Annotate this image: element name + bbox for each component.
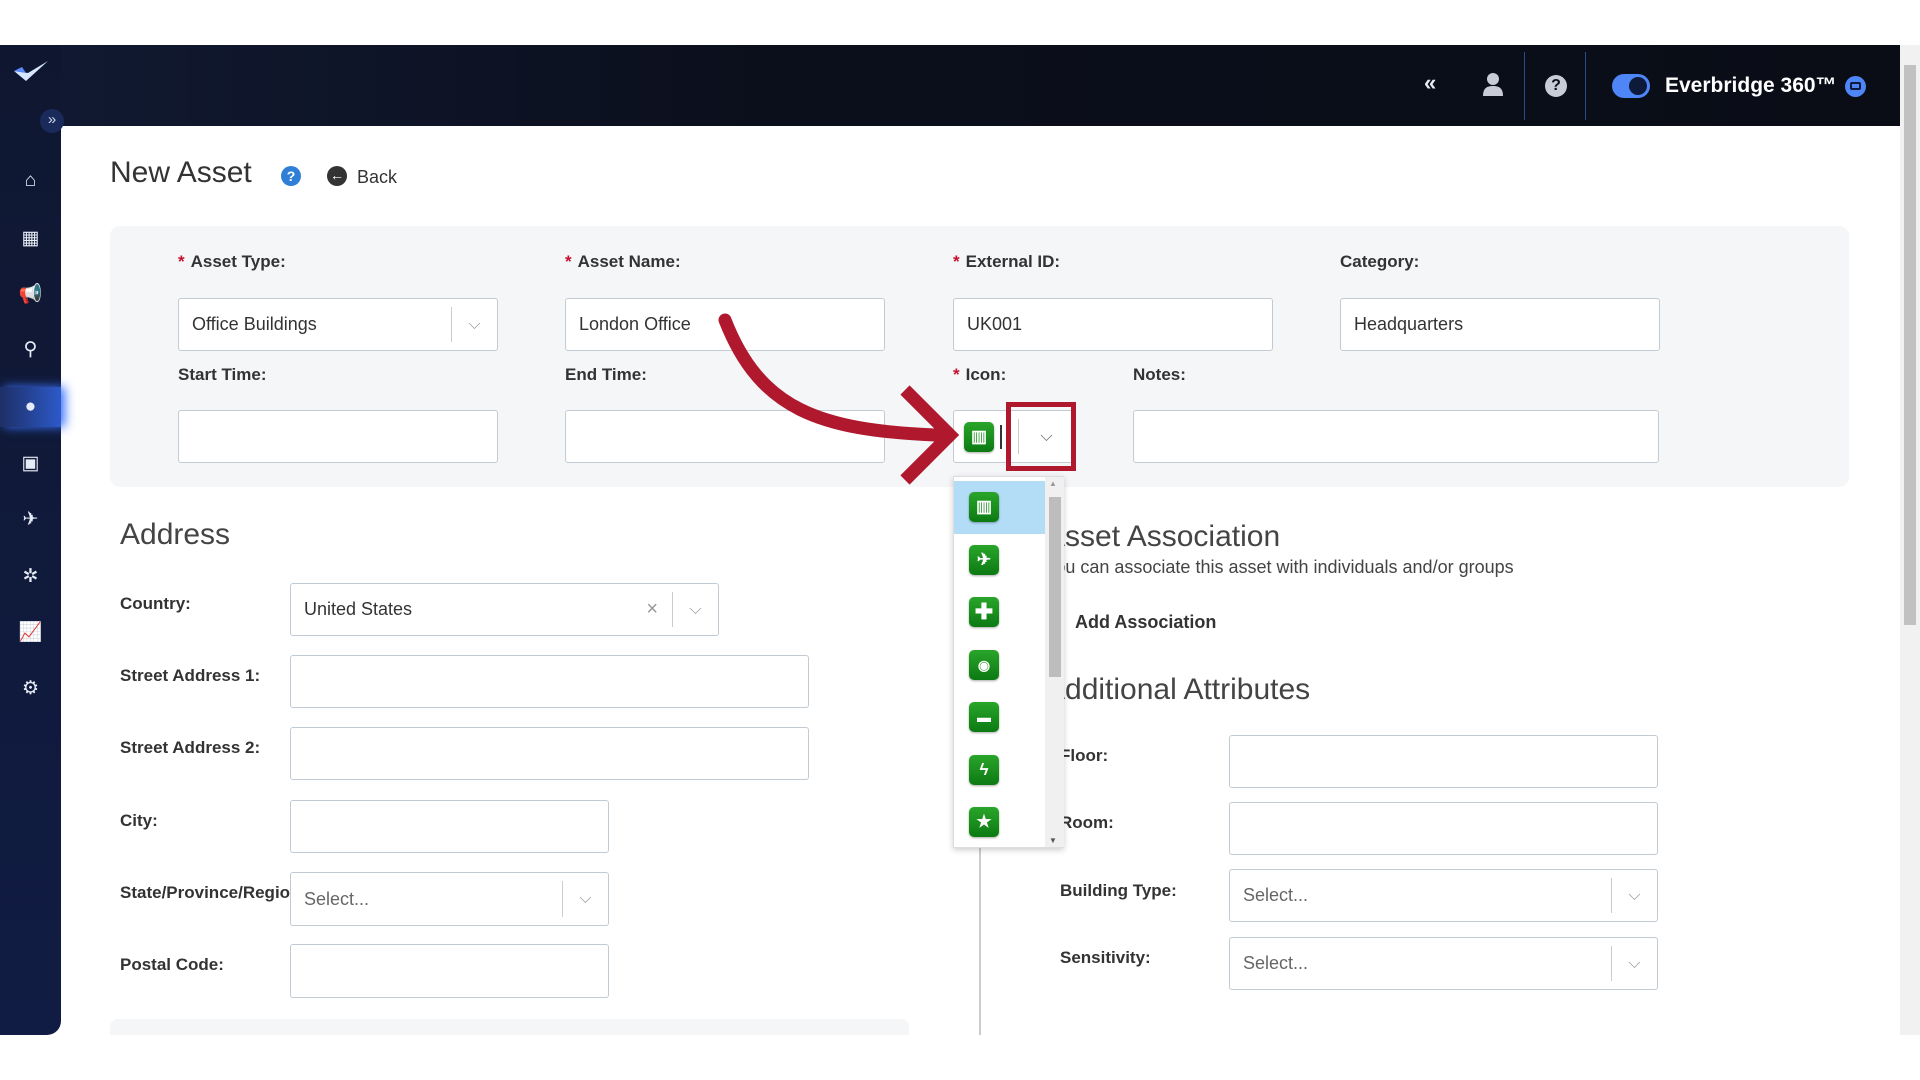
street2-label: Street Address 2: (120, 738, 261, 757)
street1-input[interactable] (290, 655, 809, 708)
sidebar: » ⌂ ▦ 📢 ⚲ ● ▣ ✈ ✲ 📈 ⚙ (0, 45, 64, 1035)
annotation-arrow (718, 313, 960, 485)
chevron-down-icon: ⌵ (562, 881, 608, 917)
notes-textarea[interactable] (1133, 410, 1659, 463)
asset-type-label: * Asset Type: (178, 252, 286, 271)
analytics-icon[interactable]: 📈 (0, 612, 61, 652)
megaphone-icon[interactable]: 📢 (0, 274, 61, 314)
category-input[interactable]: Headquarters (1340, 298, 1660, 351)
settings-icon[interactable]: ⚙ (0, 668, 61, 708)
chevron-down-icon: ⌵ (1611, 878, 1657, 913)
icon-dropdown-list: ▥ ✈ ✚ ◉ ▬ ϟ ★ ▲ ▼ (953, 476, 1064, 848)
option-emergency-vehicle-icon[interactable]: ◉ (969, 650, 999, 680)
option-hospital-icon[interactable]: ✚ (969, 597, 999, 627)
back-arrow-icon[interactable]: ← (327, 166, 347, 186)
option-fire-truck-icon[interactable]: ▬ (969, 702, 999, 732)
routes-icon[interactable]: ⚲ (0, 329, 61, 369)
logo-icon (12, 59, 50, 92)
chevron-down-icon: ⌵ (1611, 946, 1657, 981)
start-time-label: Start Time: (178, 365, 267, 384)
sensitivity-select[interactable]: Select... ⌵ (1229, 937, 1658, 990)
chevron-down-icon: ⌵ (672, 592, 718, 627)
postal-code-input[interactable] (290, 944, 609, 998)
page-title: New Asset (110, 156, 252, 189)
floor-input[interactable] (1229, 735, 1658, 788)
state-label: State/Province/Regio (120, 883, 290, 902)
next-panel (110, 1019, 909, 1035)
room-label: Room: (1060, 813, 1114, 832)
room-input[interactable] (1229, 802, 1658, 855)
help-icon[interactable]: ? (281, 166, 301, 186)
end-time-label: End Time: (565, 365, 647, 384)
expand-sidebar-icon[interactable]: » (40, 109, 64, 133)
address-heading: Address (120, 518, 231, 551)
building-type-label: Building Type: (1060, 881, 1177, 900)
travel-icon[interactable]: ✈ (0, 499, 61, 539)
collapse-icon[interactable]: « (1424, 70, 1436, 96)
chevron-down-icon: ⌵ (451, 307, 497, 342)
country-label: Country: (120, 594, 191, 613)
asset-association-heading: Asset Association (1045, 520, 1281, 553)
incidents-icon[interactable]: ✲ (0, 556, 61, 596)
dropdown-scrollbar[interactable]: ▲ ▼ (1045, 477, 1064, 847)
chat-icon[interactable] (1845, 76, 1866, 97)
help-icon[interactable]: ? (1545, 75, 1567, 97)
asset-association-subtitle: You can associate this asset with indivi… (1045, 557, 1514, 577)
add-association-button[interactable]: Add Association (1060, 612, 1216, 633)
country-select[interactable]: United States × ⌵ (290, 583, 719, 636)
postal-code-label: Postal Code: (120, 955, 224, 974)
home-icon[interactable]: ⌂ (0, 161, 61, 201)
start-time-input[interactable] (178, 410, 498, 463)
notes-label: Notes: (1133, 365, 1186, 384)
page-scrollbar[interactable] (1900, 45, 1920, 1035)
building-type-select[interactable]: Select... ⌵ (1229, 869, 1658, 922)
additional-attributes-heading: Additional Attributes (1045, 673, 1311, 706)
city-input[interactable] (290, 800, 609, 853)
state-select[interactable]: Select... ⌵ (290, 872, 609, 926)
city-label: City: (120, 811, 158, 830)
street1-label: Street Address 1: (120, 666, 261, 685)
location-pin-icon[interactable]: ● (0, 387, 61, 427)
back-link[interactable]: Back (357, 167, 397, 188)
brand-label: Everbridge 360™ (1665, 74, 1837, 97)
option-power-icon[interactable]: ϟ (969, 755, 999, 785)
everbridge-360-toggle[interactable] (1612, 74, 1650, 98)
asset-name-label: * Asset Name: (565, 252, 681, 271)
option-office-building-icon[interactable]: ▥ (969, 492, 999, 522)
category-label: Category: (1340, 252, 1420, 271)
external-id-label: * External ID: (953, 252, 1061, 271)
option-star-icon[interactable]: ★ (969, 807, 999, 837)
map-icon[interactable]: ▦ (0, 218, 61, 258)
clear-icon[interactable]: × (646, 598, 658, 621)
floor-label: Floor: (1060, 746, 1109, 765)
asset-type-select[interactable]: Office Buildings ⌵ (178, 298, 498, 351)
user-icon[interactable] (1482, 72, 1504, 102)
option-airport-icon[interactable]: ✈ (969, 545, 999, 575)
divider (979, 845, 981, 1035)
sensitivity-label: Sensitivity: (1060, 948, 1151, 967)
dashboard-icon[interactable]: ▣ (0, 443, 61, 483)
selected-option-highlight (954, 481, 1045, 534)
street2-input[interactable] (290, 727, 809, 780)
